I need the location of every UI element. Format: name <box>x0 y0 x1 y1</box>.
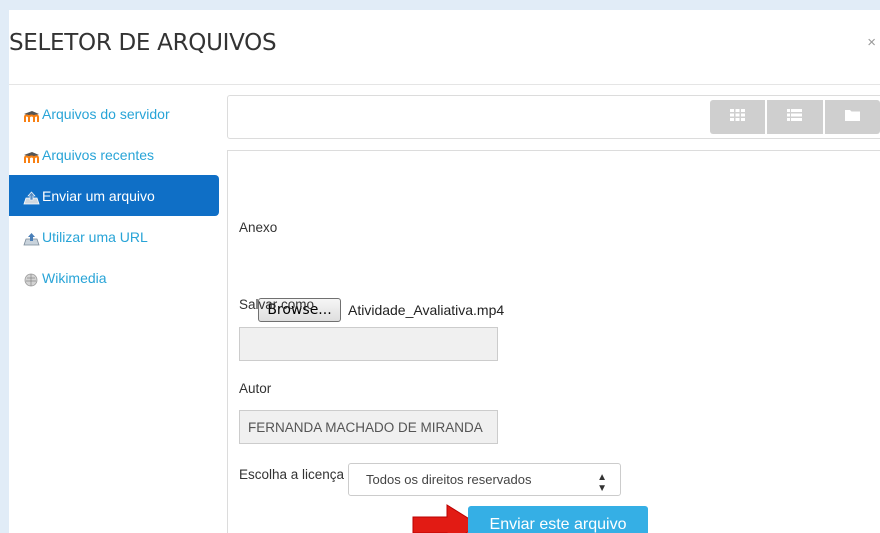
moodle-icon <box>23 150 40 164</box>
repository-sidebar: Arquivos do servidor Arquivos recentes E… <box>9 93 219 298</box>
grid-view-button[interactable] <box>710 100 766 134</box>
author-label: Autor <box>239 381 272 396</box>
folder-icon <box>844 108 860 126</box>
save-as-input[interactable] <box>239 327 498 361</box>
wikimedia-icon <box>23 273 40 287</box>
selected-file-name: Atividade_Avaliativa.mp4 <box>348 302 505 318</box>
upload-icon <box>23 191 40 205</box>
file-picker-dialog: SELETOR DE ARQUIVOS × Arquivos do servid… <box>9 10 880 533</box>
upload-form: Anexo Browse... Atividade_Avaliativa.mp4… <box>227 150 880 533</box>
sidebar-item-label: Arquivos do servidor <box>42 105 170 122</box>
tree-view-button[interactable] <box>824 100 880 134</box>
close-icon[interactable]: × <box>867 34 876 51</box>
list-view-button[interactable] <box>767 100 823 134</box>
sidebar-item-label: Arquivos recentes <box>42 146 155 163</box>
file-toolbar <box>227 95 880 139</box>
license-select[interactable]: Todos os direitos reservados ▲ ▼ <box>348 463 621 496</box>
list-icon <box>787 108 803 126</box>
sidebar-item-label: Wikimedia <box>42 269 107 286</box>
select-caret-icon: ▲ ▼ <box>597 472 607 494</box>
author-input[interactable]: FERNANDA MACHADO DE MIRANDA <box>239 410 498 444</box>
sidebar-item-label: Enviar um arquivo <box>42 187 155 204</box>
sidebar-item-use-url[interactable]: Utilizar uma URL <box>9 216 219 257</box>
view-mode-buttons <box>710 100 880 134</box>
sidebar-item-upload-file[interactable]: Enviar um arquivo <box>9 175 219 216</box>
grid-icon <box>730 108 746 126</box>
moodle-icon <box>23 109 40 123</box>
license-select-value: Todos os direitos reservados <box>366 472 532 487</box>
sidebar-item-wikimedia[interactable]: Wikimedia <box>9 257 219 298</box>
sidebar-item-recent-files[interactable]: Arquivos recentes <box>9 134 219 175</box>
license-label: Escolha a licença <box>239 467 345 482</box>
dialog-title: SELETOR DE ARQUIVOS <box>9 30 277 56</box>
attachment-label: Anexo <box>239 220 278 235</box>
dialog-header: SELETOR DE ARQUIVOS × <box>9 10 880 85</box>
save-as-label: Salvar como <box>239 297 315 312</box>
content-area: Anexo Browse... Atividade_Avaliativa.mp4… <box>227 95 880 533</box>
sidebar-item-server-files[interactable]: Arquivos do servidor <box>9 93 219 134</box>
sidebar-item-label: Utilizar uma URL <box>42 228 148 245</box>
url-icon <box>23 232 40 246</box>
upload-submit-button[interactable]: Enviar este arquivo <box>468 506 648 533</box>
